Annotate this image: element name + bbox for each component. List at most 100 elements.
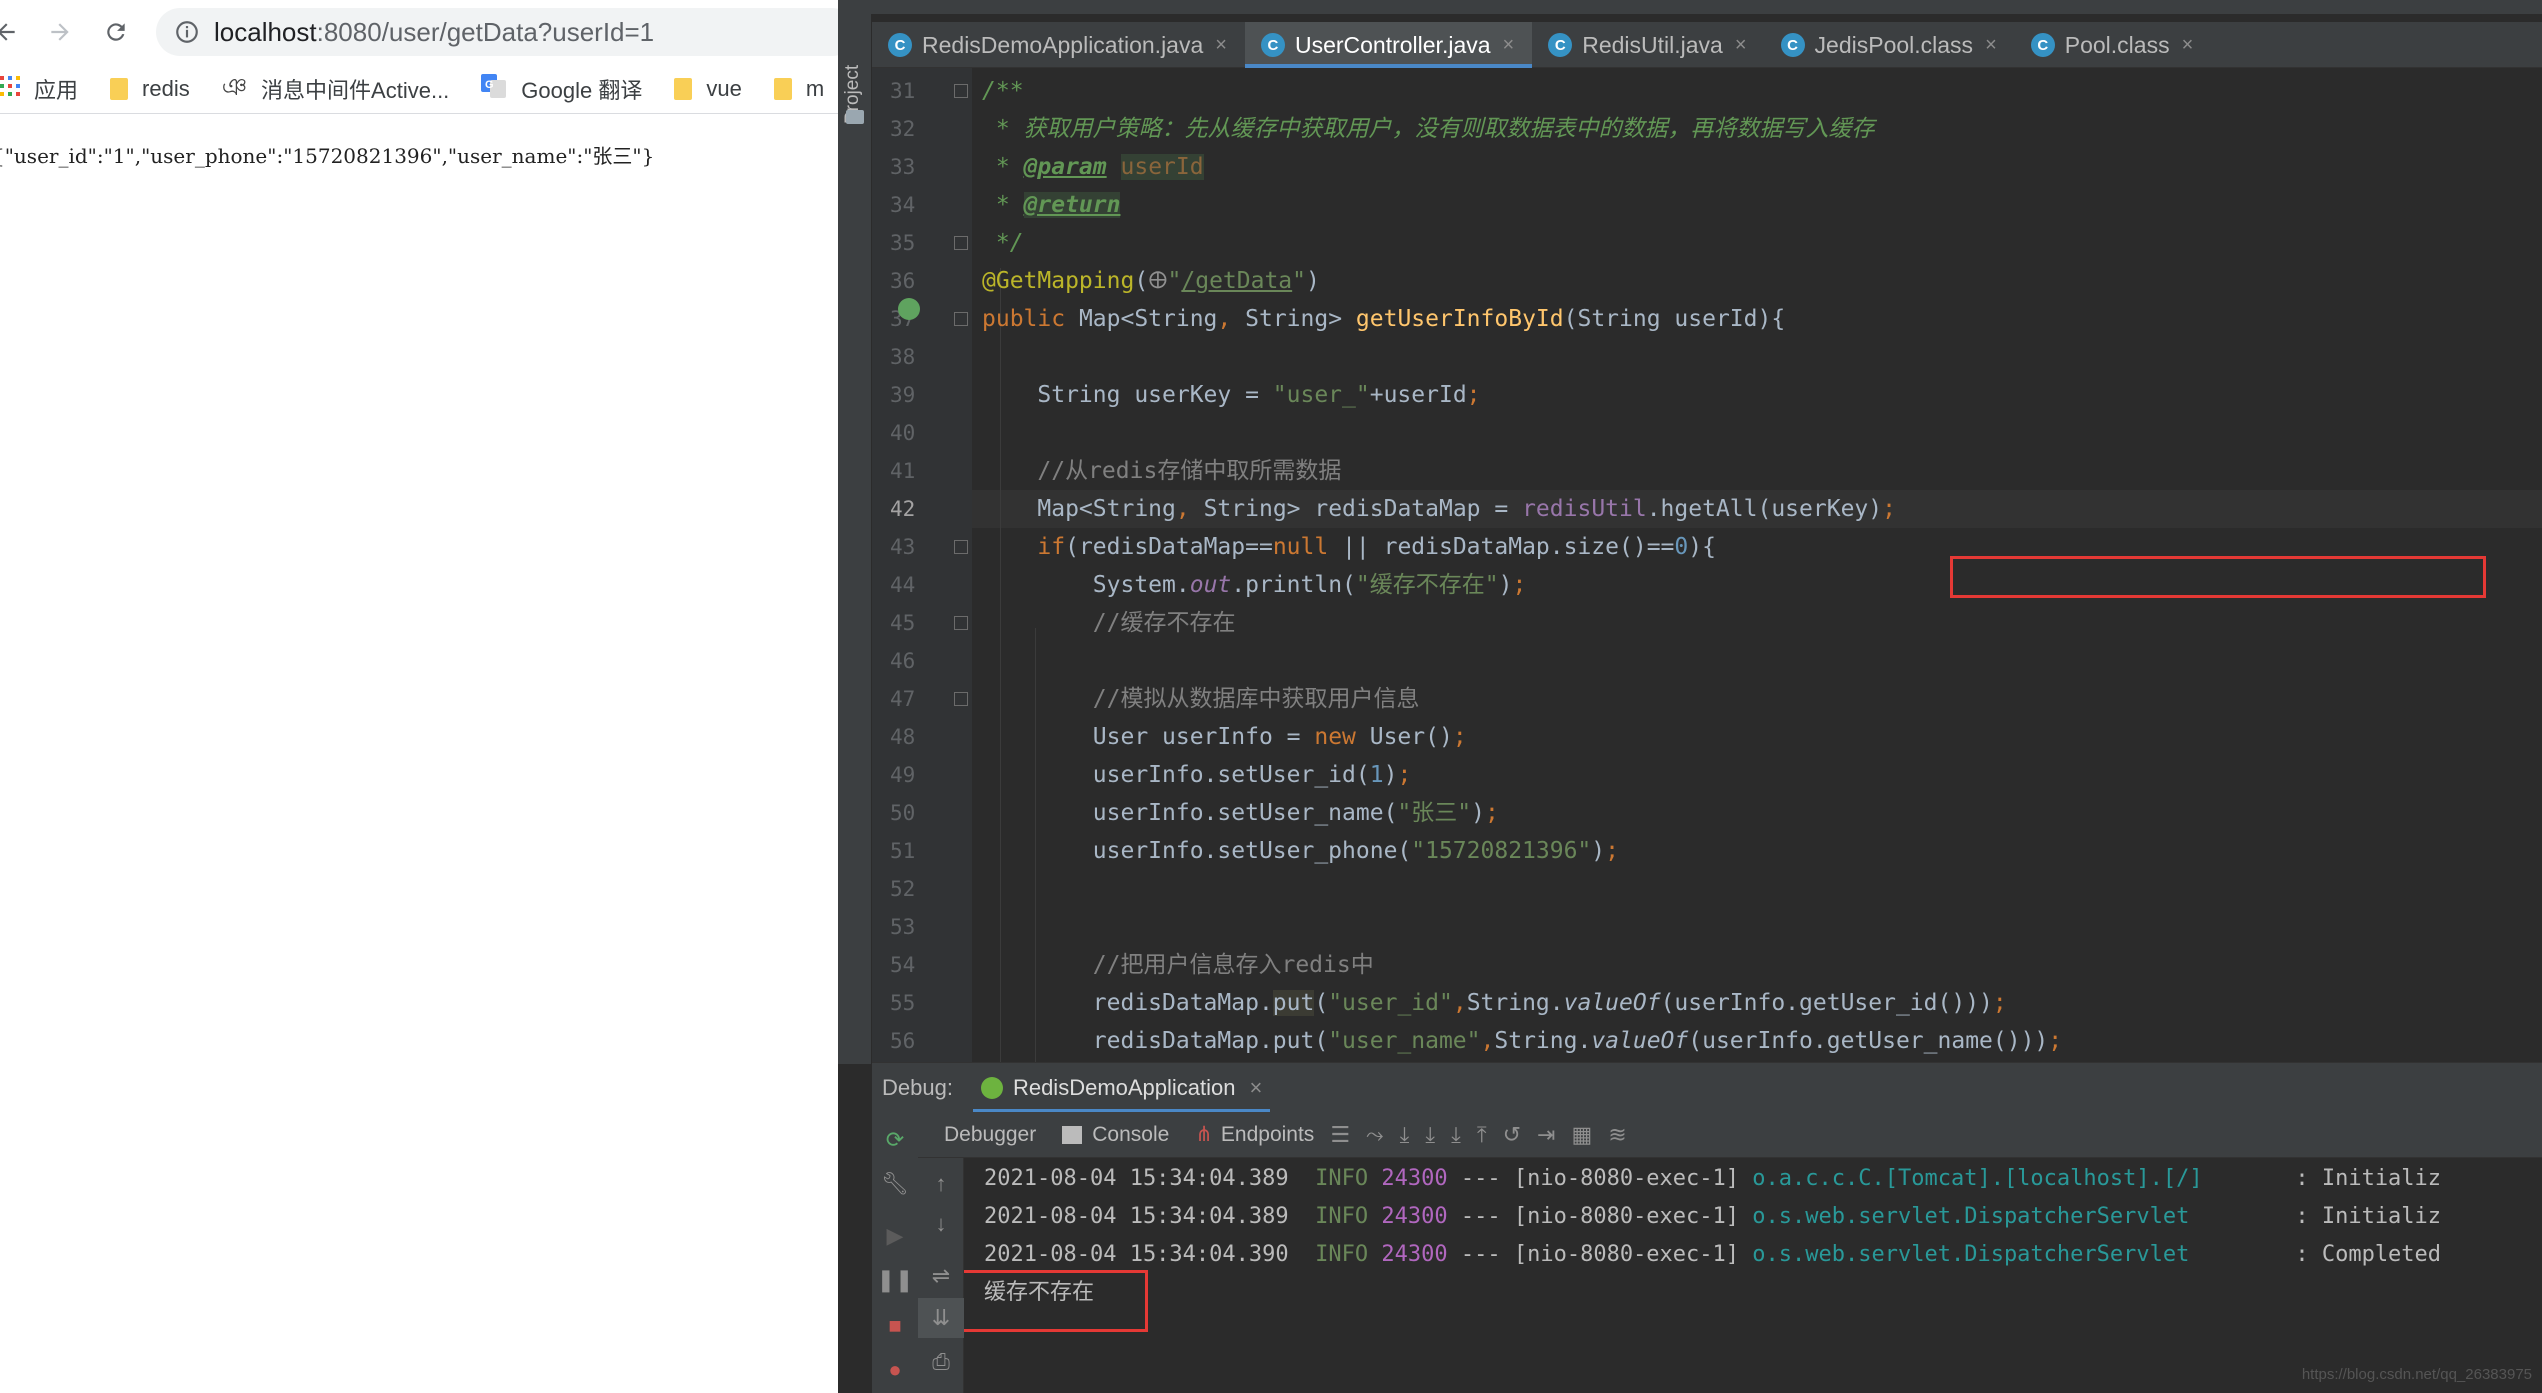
ide-window: Project C RedisDemoApplication.java × C … (838, 0, 2542, 1393)
arrow-left-icon (0, 23, 15, 41)
highlight-box-println (1950, 556, 2486, 598)
bookmark-redis[interactable]: redis (110, 76, 190, 102)
bookmark-label: 应用 (34, 77, 79, 103)
bookmark-apps[interactable]: 应用 (0, 73, 78, 105)
menu-icon[interactable]: ☰ (1330, 1122, 1350, 1148)
highlight-box-output (964, 1270, 1148, 1332)
bean-method-icon[interactable] (898, 298, 920, 320)
close-icon[interactable]: × (1215, 34, 1227, 57)
code-line: userInfo.setUser_id(1); (982, 762, 1412, 788)
step-over-icon[interactable]: ⤓ (1400, 1122, 1410, 1148)
breakpoints-icon[interactable]: ● (872, 1350, 918, 1390)
info-icon[interactable] (174, 19, 200, 45)
log-line: 2021-08-04 15:34:04.390 INFO 24300 --- [… (984, 1242, 2442, 1267)
editor-tabs: C RedisDemoApplication.java × C UserCont… (872, 22, 2542, 68)
tab-jedis-pool[interactable]: C JedisPool.class × (1765, 22, 2015, 68)
class-icon: C (1548, 33, 1573, 57)
tab-redis-demo-application[interactable]: C RedisDemoApplication.java × (872, 22, 1245, 68)
address-bar[interactable]: localhost:8080/user/getData?userId=1 (156, 8, 838, 56)
arrow-right-icon (51, 23, 69, 41)
line-number: 54 (890, 953, 916, 977)
code-line: //模拟从数据库中获取用户信息 (1092, 686, 1420, 712)
tab-redis-util[interactable]: C RedisUtil.java × (1532, 22, 1764, 68)
drop-frame-icon[interactable]: ↺ (1503, 1122, 1521, 1148)
line-number: 56 (890, 1029, 916, 1053)
code-line: if(redisDataMap==null || redisDataMap.si… (1037, 534, 1716, 560)
url-text[interactable]: localhost:8080/user/getData?userId=1 (214, 17, 654, 48)
project-tool-strip[interactable]: Project (838, 14, 872, 1064)
fold-marker-icon[interactable] (954, 692, 968, 706)
code-line: * @return (982, 192, 1121, 218)
console-output[interactable]: 2021-08-04 15:34:04.389 INFO 24300 --- [… (964, 1158, 2542, 1393)
code-line: //把用户信息存入redis中 (1092, 952, 1374, 978)
folder-icon[interactable] (846, 110, 864, 124)
fold-marker-icon[interactable] (954, 84, 968, 98)
pause-icon[interactable]: ❚❚ (872, 1260, 918, 1300)
run-to-cursor-icon[interactable]: ⇥ (1537, 1122, 1555, 1148)
soft-wrap-icon[interactable]: ⇌ (918, 1256, 964, 1296)
bookmark-vue[interactable]: vue (674, 76, 742, 102)
line-number: 31 (890, 79, 916, 103)
forward-button[interactable] (40, 12, 80, 52)
bookmark-activemq[interactable]: ঞ 消息中间件Active... (222, 69, 450, 109)
step-out-icon[interactable]: ⤒ (1477, 1122, 1487, 1148)
close-icon[interactable]: × (1735, 34, 1747, 57)
code-line: String userKey = "user_"+userId; (982, 382, 1481, 408)
resume-icon[interactable]: ▶ (872, 1216, 918, 1256)
code-line: @GetMapping(🜨"/getData") (982, 268, 1320, 294)
back-button[interactable] (0, 12, 26, 52)
code-line: redisDataMap.put("user_name",String.valu… (982, 1028, 2063, 1054)
debug-label: Debug: (882, 1074, 953, 1100)
scroll-to-end-icon[interactable]: ⇊ (918, 1298, 964, 1338)
url-path: :8080/user/getData?userId=1 (316, 16, 655, 47)
line-number: 45 (890, 611, 916, 635)
stop-icon[interactable]: ■ (872, 1306, 918, 1346)
code-line: redisDataMap.put("user_id",String.valueO… (982, 990, 2007, 1016)
line-number: 46 (890, 649, 916, 673)
down-arrow-icon[interactable]: ↓ (918, 1204, 964, 1244)
close-icon[interactable]: × (2182, 34, 2194, 57)
show-execution-point-icon[interactable]: ⤳ (1366, 1122, 1384, 1148)
browser-window: localhost:8080/user/getData?userId=1 应用 … (0, 0, 838, 1393)
tab-console[interactable]: Console (1062, 1123, 1169, 1147)
line-number: 55 (890, 991, 916, 1015)
bookmark-m[interactable]: m (773, 76, 824, 102)
bookmark-label: 消息中间件Active... (261, 77, 450, 103)
bookmark-google-translate[interactable]: G Google 翻译 (481, 73, 642, 105)
log-line: 2021-08-04 15:34:04.389 INFO 24300 --- [… (984, 1204, 2442, 1229)
line-number: 43 (890, 535, 916, 559)
fold-marker-icon[interactable] (954, 616, 968, 630)
print-icon[interactable]: ⎙ (918, 1342, 964, 1382)
code-line: User userInfo = new User(); (982, 724, 1467, 750)
line-number: 42 (890, 497, 916, 521)
line-number: 47 (890, 687, 916, 711)
tab-endpoints[interactable]: ⋔ Endpoints (1195, 1122, 1314, 1147)
tab-label: JedisPool.class (1814, 31, 1974, 58)
up-arrow-icon[interactable]: ↑ (918, 1164, 964, 1204)
trace-icon[interactable]: ≋ (1608, 1122, 1626, 1148)
close-icon[interactable]: × (1985, 34, 1997, 57)
rerun-icon[interactable]: ⟳ (872, 1120, 918, 1160)
wrench-icon[interactable]: 🔧︎ (872, 1164, 918, 1204)
tab-debugger[interactable]: Debugger (944, 1123, 1036, 1147)
line-number: 53 (890, 915, 916, 939)
folder-icon (773, 77, 792, 100)
evaluate-icon[interactable]: ▦ (1571, 1122, 1592, 1148)
tab-user-controller[interactable]: C UserController.java × (1244, 22, 1533, 68)
code-line: /** (982, 78, 1024, 104)
tab-pool[interactable]: C Pool.class × (2015, 22, 2212, 68)
bookmark-label: Google 翻译 (521, 77, 643, 103)
fold-marker-icon[interactable] (954, 540, 968, 554)
spring-boot-icon (980, 1076, 1003, 1099)
step-into-icon[interactable]: ⤓ (1425, 1122, 1435, 1148)
close-icon[interactable]: × (1503, 34, 1515, 57)
fold-marker-icon[interactable] (954, 312, 968, 326)
line-number: 51 (890, 839, 916, 863)
debug-config-tab[interactable]: RedisDemoApplication × (972, 1063, 1271, 1113)
fold-marker-icon[interactable] (954, 236, 968, 250)
line-number: 38 (890, 345, 916, 369)
close-icon[interactable]: × (1250, 1075, 1263, 1101)
force-step-into-icon[interactable]: ⤓ (1451, 1122, 1461, 1148)
svg-text:G: G (485, 79, 494, 91)
reload-button[interactable] (96, 12, 136, 52)
